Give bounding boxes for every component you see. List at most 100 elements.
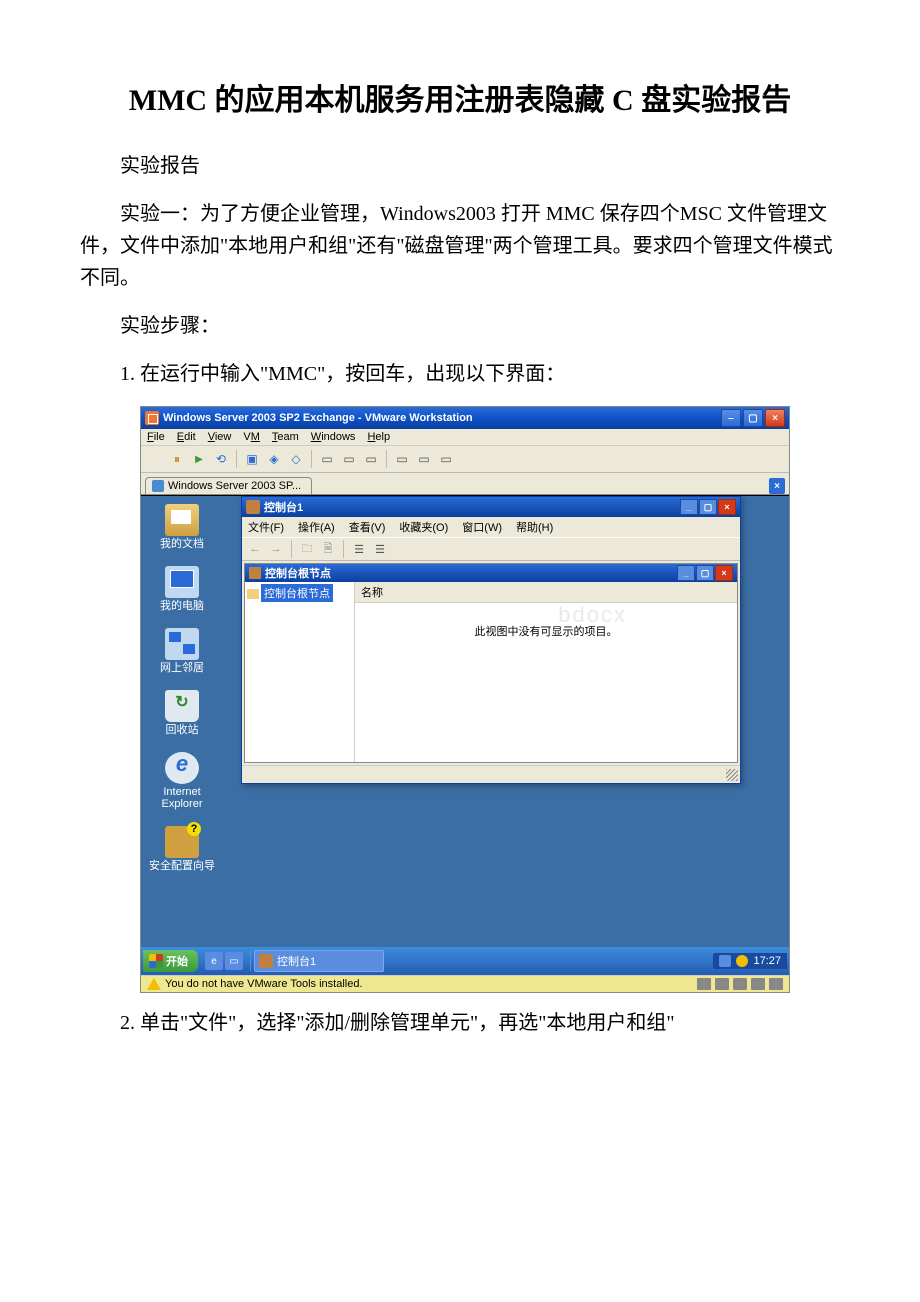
vm-tab[interactable]: Windows Server 2003 SP...	[145, 477, 312, 494]
status-hd-icon[interactable]	[697, 978, 711, 990]
menu-windows[interactable]: Windows	[311, 431, 356, 443]
mmc-menu-help[interactable]: 帮助(H)	[516, 519, 553, 535]
mmc-menu-file[interactable]: 文件(F)	[248, 519, 284, 535]
mmc-title-text: 控制台1	[264, 499, 303, 515]
resize-grip-icon[interactable]	[726, 769, 738, 781]
snapshot-icon[interactable]	[242, 449, 262, 469]
tree-root-node[interactable]: 控制台根节点	[261, 584, 333, 602]
mmc-menubar: 文件(F) 操作(A) 查看(V) 收藏夹(O) 窗口(W) 帮助(H)	[242, 517, 740, 537]
column-header-name[interactable]: 名称	[355, 582, 737, 603]
mmc-minimize-button[interactable]: _	[680, 499, 698, 515]
computer-icon	[165, 566, 199, 598]
status-net-icon[interactable]	[733, 978, 747, 990]
quicklaunch-ie-icon[interactable]: e	[205, 952, 223, 970]
desktop-icon-recyclebin[interactable]: 回收站	[147, 690, 217, 736]
mmc-menu-view[interactable]: 查看(V)	[349, 519, 386, 535]
minimize-button[interactable]: –	[721, 409, 741, 427]
status-usb-icon[interactable]	[769, 978, 783, 990]
vmware-title-text: Windows Server 2003 SP2 Exchange - VMwar…	[163, 412, 473, 424]
guest-desktop[interactable]: 我的文档 我的电脑 网上邻居 回收站 Internet Explorer 安全配…	[141, 495, 789, 975]
mydocs-label: 我的文档	[160, 538, 204, 550]
tray-network-icon[interactable]	[719, 955, 731, 967]
close-button[interactable]: ×	[765, 409, 785, 427]
view3-icon[interactable]	[361, 449, 381, 469]
menu-view[interactable]: View	[208, 431, 232, 443]
security-label: 安全配置向导	[149, 860, 215, 872]
menu-edit[interactable]: Edit	[177, 431, 196, 443]
pause-icon[interactable]	[167, 449, 187, 469]
tray-clock: 17:27	[753, 955, 781, 967]
tray-alert-icon[interactable]	[736, 955, 748, 967]
doc-title: MMC 的应用本机服务用注册表隐藏 C 盘实验报告	[80, 80, 840, 122]
mycomputer-label: 我的电脑	[160, 600, 204, 612]
maximize-button[interactable]: ▢	[743, 409, 763, 427]
mmc-list-pane[interactable]: 名称 此视图中没有可显示的项目。	[355, 582, 737, 762]
para-steps-heading: 实验步骤：	[80, 310, 840, 342]
recycle-icon	[165, 690, 199, 722]
start-button[interactable]: 开始	[143, 950, 198, 972]
mmc-close-button[interactable]: ×	[718, 499, 736, 515]
empty-message: 此视图中没有可显示的项目。	[355, 603, 737, 659]
back-icon[interactable]: ←	[246, 540, 264, 558]
start-label: 开始	[166, 953, 188, 969]
vmware-titlebar[interactable]: Windows Server 2003 SP2 Exchange - VMwar…	[141, 407, 789, 429]
taskbar: 开始 e ▭ 控制台1 17:27	[141, 947, 789, 975]
tab-vm-icon	[152, 480, 164, 492]
desktop-icon-ie[interactable]: Internet Explorer	[147, 752, 217, 810]
refresh-icon[interactable]	[350, 540, 368, 558]
power-off-icon[interactable]	[145, 449, 165, 469]
mmc-window[interactable]: 控制台1 _ ▢ × 文件(F) 操作(A) 查看(V) 收藏夹(O) 窗口(W…	[241, 496, 741, 784]
mmc-child-window[interactable]: 控制台根节点 _ ▢ × 控制台根节点 名称	[244, 563, 738, 763]
mmc-child-titlebar[interactable]: 控制台根节点 _ ▢ ×	[245, 564, 737, 582]
mmc-child-title: 控制台根节点	[265, 565, 331, 581]
menu-help[interactable]: Help	[367, 431, 390, 443]
desktop-icon-security[interactable]: 安全配置向导	[147, 826, 217, 872]
system-tray[interactable]: 17:27	[713, 953, 787, 969]
mmc-menu-window[interactable]: 窗口(W)	[462, 519, 502, 535]
child-minimize-button[interactable]: _	[677, 565, 695, 581]
up-icon[interactable]	[298, 540, 316, 558]
fullscreen-icon[interactable]	[392, 449, 412, 469]
forward-icon[interactable]: →	[267, 540, 285, 558]
reset-icon[interactable]	[211, 449, 231, 469]
status-cd-icon[interactable]	[715, 978, 729, 990]
mmc-menu-favorites[interactable]: 收藏夹(O)	[399, 519, 448, 535]
properties-icon[interactable]	[319, 540, 337, 558]
tab-close-icon[interactable]: ×	[769, 478, 785, 494]
task-mmc-icon	[259, 954, 273, 968]
vmware-toolbar	[141, 446, 789, 473]
ie-label: Internet Explorer	[162, 786, 203, 810]
revert-icon[interactable]	[264, 449, 284, 469]
vmware-status-text: You do not have VMware Tools installed.	[165, 978, 363, 990]
desktop-icon-mycomputer[interactable]: 我的电脑	[147, 566, 217, 612]
mmc-maximize-button[interactable]: ▢	[699, 499, 717, 515]
para-step1: 1. 在运行中输入"MMC"，按回车，出现以下界面：	[80, 358, 840, 390]
menu-team[interactable]: Team	[272, 431, 299, 443]
play-icon[interactable]	[189, 449, 209, 469]
menu-vm[interactable]: VM	[243, 431, 260, 443]
view-icon[interactable]	[317, 449, 337, 469]
mmc-titlebar[interactable]: 控制台1 _ ▢ ×	[242, 497, 740, 517]
vmware-tabbar: Windows Server 2003 SP... ×	[141, 473, 789, 495]
console-root-icon	[249, 567, 261, 579]
child-close-button[interactable]: ×	[715, 565, 733, 581]
view2-icon[interactable]	[339, 449, 359, 469]
status-sound-icon[interactable]	[751, 978, 765, 990]
mmc-toolbar: ← →	[242, 537, 740, 561]
quick-launch: e ▭	[201, 952, 247, 970]
mmc-menu-action[interactable]: 操作(A)	[298, 519, 335, 535]
quickswitch-icon[interactable]	[436, 449, 456, 469]
child-maximize-button[interactable]: ▢	[696, 565, 714, 581]
quicklaunch-desktop-icon[interactable]: ▭	[225, 952, 243, 970]
para-exp1: 实验一：为了方便企业管理，Windows2003 打开 MMC 保存四个MSC …	[80, 198, 840, 294]
manage-snapshot-icon[interactable]	[286, 449, 306, 469]
export-icon[interactable]	[371, 540, 389, 558]
mmc-tree-pane[interactable]: 控制台根节点	[245, 582, 355, 762]
menu-file[interactable]: File	[147, 431, 165, 443]
screenshot-figure: Windows Server 2003 SP2 Exchange - VMwar…	[140, 406, 790, 993]
vmware-menubar: File Edit View VM Team Windows Help	[141, 429, 789, 446]
unity-icon[interactable]	[414, 449, 434, 469]
desktop-icon-mydocs[interactable]: 我的文档	[147, 504, 217, 550]
taskbar-task-mmc[interactable]: 控制台1	[254, 950, 384, 972]
desktop-icon-network[interactable]: 网上邻居	[147, 628, 217, 674]
